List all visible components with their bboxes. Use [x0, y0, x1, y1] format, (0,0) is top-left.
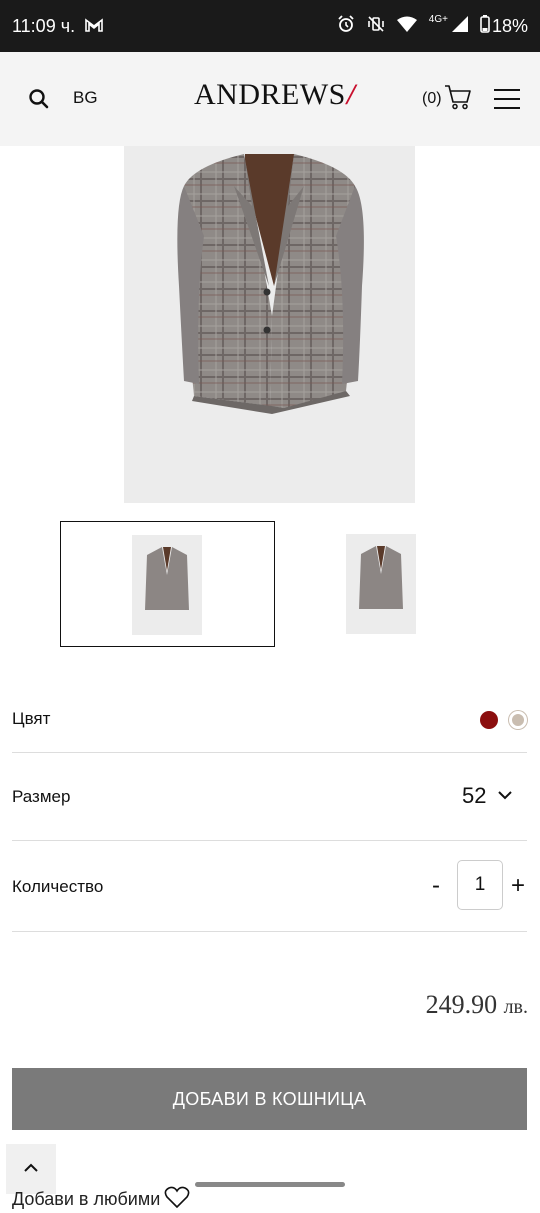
quantity-row: Количество - 1 + [12, 841, 527, 932]
chevron-up-icon [24, 1160, 38, 1178]
jacket-thumbnail-image [359, 546, 403, 609]
thumbnail-2[interactable] [275, 521, 490, 647]
quantity-label: Количество [12, 877, 104, 896]
logo-slash-icon: / [346, 78, 356, 111]
color-row: Цвят [12, 688, 527, 753]
size-label: Размер [12, 787, 71, 806]
battery-icon [480, 14, 490, 38]
gmail-icon [85, 16, 103, 37]
language-switcher[interactable]: BG [73, 88, 98, 108]
quantity-increase-button[interactable]: + [511, 872, 525, 900]
vibrate-off-icon [367, 15, 385, 38]
add-to-cart-button[interactable]: ДОБАВИ В КОШНИЦА [12, 1068, 527, 1130]
status-bar: 11:09 ч. 4G+ 18% [0, 0, 540, 52]
quantity-input[interactable]: 1 [457, 860, 503, 910]
site-header: BG ANDREWS/ (0) [0, 52, 540, 146]
color-label: Цвят [12, 709, 51, 728]
jacket-thumbnail-image [145, 547, 189, 610]
alarm-icon [337, 14, 355, 38]
hamburger-menu-icon[interactable] [494, 88, 520, 115]
quantity-decrease-button[interactable]: - [432, 872, 440, 900]
home-gesture-bar[interactable] [195, 1182, 345, 1187]
product-main-image[interactable] [124, 146, 415, 503]
signal-icon [451, 15, 468, 37]
search-icon[interactable] [28, 88, 50, 115]
price-value: 249.90 [425, 990, 498, 1019]
battery-level: 18% [491, 15, 528, 36]
product-price: 249.90 лв. [426, 990, 528, 1020]
cart-count[interactable]: (0) [422, 90, 442, 108]
jacket-image [177, 154, 364, 414]
thumbnail-1[interactable] [60, 521, 275, 647]
network-type: 4G+ [428, 13, 448, 25]
size-row: Размер 52 [12, 753, 527, 841]
chevron-down-icon [498, 787, 513, 805]
color-swatch-red[interactable] [480, 711, 498, 729]
status-time: 11:09 ч. [12, 15, 76, 36]
size-select[interactable]: 52 [462, 783, 513, 809]
brand-logo[interactable]: ANDREWS/ [194, 78, 356, 112]
color-swatch-beige[interactable] [509, 711, 527, 729]
size-value: 52 [462, 783, 487, 808]
wifi-icon [396, 16, 417, 37]
cart-icon[interactable] [444, 84, 472, 115]
price-currency: лв. [503, 996, 528, 1018]
logo-text: ANDREWS [194, 78, 346, 111]
